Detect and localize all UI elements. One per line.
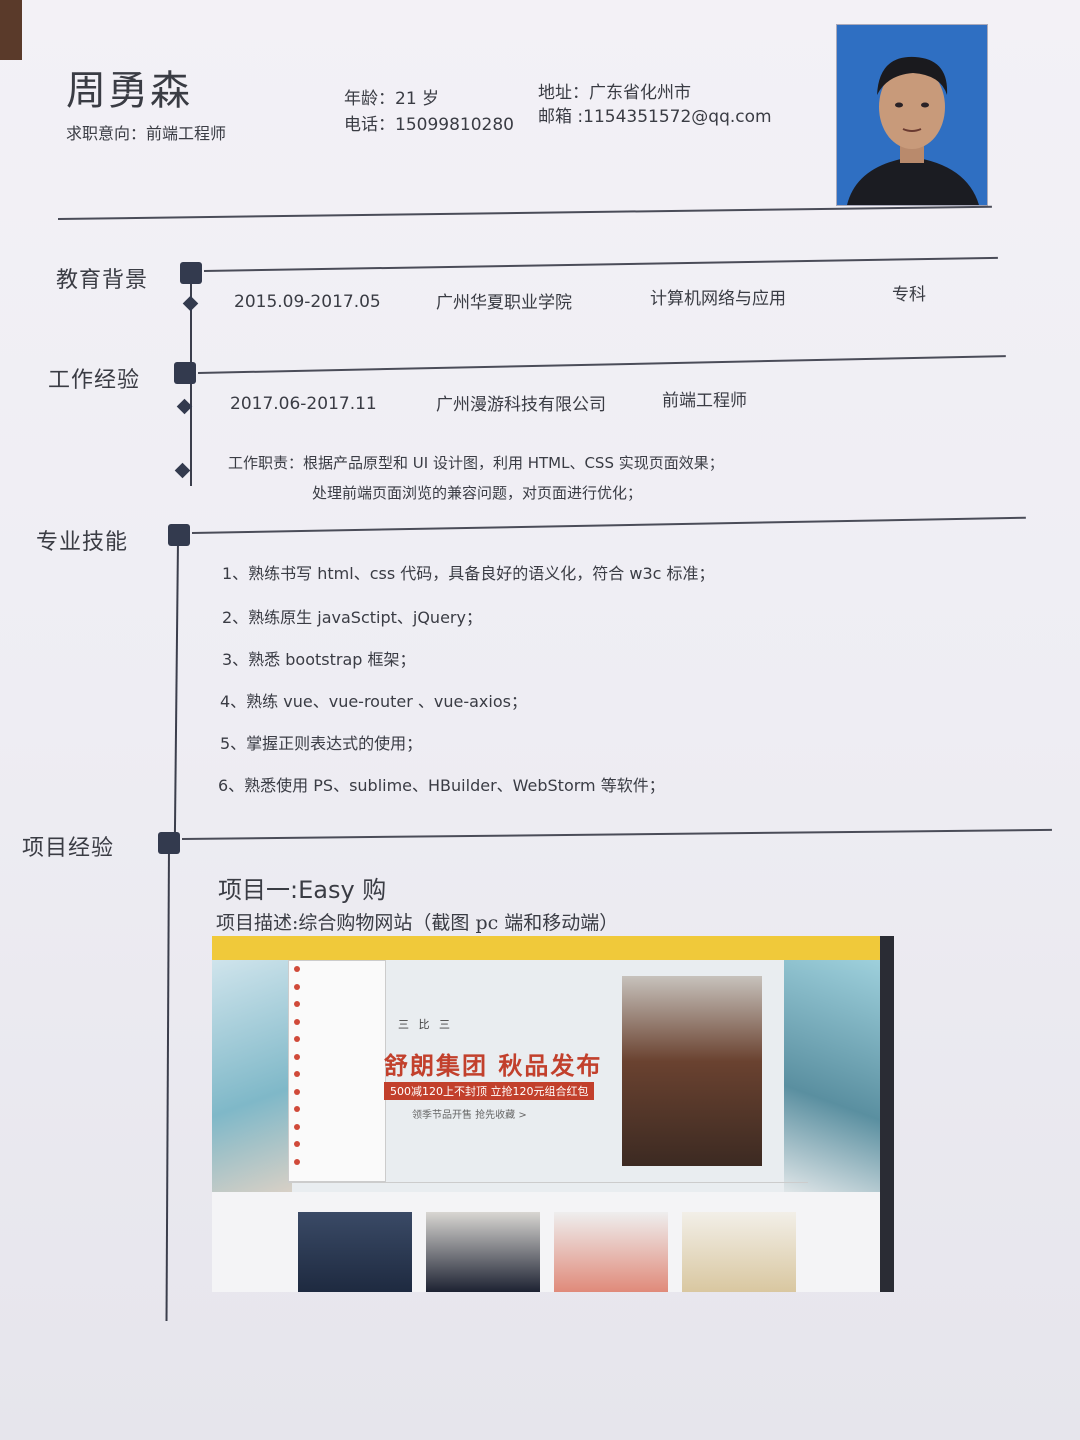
section-title-projects: 项目经验: [22, 836, 115, 861]
screenshot-right-decor: [784, 960, 880, 1192]
section-marker-work: [174, 362, 196, 384]
work-rule: [197, 355, 1006, 374]
project-description: 项目描述:综合购物网站（截图 pc 端和移动端）: [216, 912, 619, 934]
skills-rule: [191, 516, 1026, 534]
education-period: 2015.09-2017.05: [234, 292, 381, 312]
skill-item: 6、熟悉使用 PS、sublime、HBuilder、WebStorm 等软件；: [218, 776, 665, 795]
resume-page: 周勇森 求职意向：前端工程师 年龄：21 岁 电话：15099810280 地址…: [0, 0, 1080, 1440]
email-field: 邮箱 :1154351572@qq.com: [538, 107, 772, 127]
skill-item: 3、熟悉 bootstrap 框架；: [222, 650, 416, 669]
projects-rule: [181, 828, 1052, 840]
screenshot-thumb-2: [426, 1212, 540, 1292]
screenshot-nav-bar: [212, 936, 880, 960]
screenshot-strip: [288, 1182, 808, 1193]
screenshot-headline: 舒朗集团 秋品发布: [384, 1052, 603, 1080]
education-rule: [203, 256, 998, 272]
section-marker-education: [180, 262, 202, 284]
screenshot-left-decor: [212, 960, 292, 1192]
screenshot-thumb-1: [298, 1212, 412, 1292]
timeline-spine-lower: [165, 845, 170, 1321]
screenshot-promo: 500减120上不封顶 立抢120元组合红包: [384, 1082, 595, 1100]
header-divider: [57, 205, 992, 220]
work-company: 广州漫游科技有限公司: [436, 395, 606, 415]
work-position: 前端工程师: [662, 391, 747, 411]
skill-item: 2、熟练原生 javaSctipt、jQuery；: [222, 608, 482, 627]
screenshot-subtext: 领季节品开售 抢先收藏 >: [412, 1110, 527, 1121]
screenshot-category-menu: [288, 960, 386, 1182]
screenshot-brand-logos: 三 比 三: [398, 1018, 453, 1031]
age-field: 年龄：21 岁: [344, 89, 440, 109]
section-title-skills: 专业技能: [36, 530, 129, 555]
education-major: 计算机网络与应用: [650, 289, 786, 309]
timeline-spine-middle: [173, 539, 179, 845]
work-duty-line2: 处理前端页面浏览的兼容问题，对页面进行优化；: [312, 484, 643, 502]
screenshot-thumb-4: [682, 1212, 796, 1292]
skill-item: 5、掌握正则表达式的使用；: [220, 734, 423, 753]
phone-field: 电话：15099810280: [344, 115, 514, 135]
project-screenshot: 三 比 三 舒朗集团 秋品发布 500减120上不封顶 立抢120元组合红包 领…: [212, 936, 894, 1292]
screenshot-model-photo: [622, 976, 762, 1166]
applicant-name: 周勇森: [66, 68, 192, 114]
section-marker-skills: [168, 524, 190, 546]
work-period: 2017.06-2017.11: [230, 394, 377, 414]
skill-item: 4、熟练 vue、vue-router 、vue-axios；: [220, 692, 527, 711]
timeline-node: [174, 462, 191, 479]
work-duty-line1: 工作职责：根据产品原型和 UI 设计图，利用 HTML、CSS 实现页面效果；: [228, 454, 724, 472]
section-title-education: 教育背景: [56, 268, 149, 293]
section-marker-projects: [158, 832, 180, 854]
education-degree: 专科: [892, 285, 926, 305]
profile-photo: [836, 24, 988, 206]
job-intent: 求职意向：前端工程师: [66, 120, 226, 144]
project-title: 项目一:Easy 购: [218, 876, 387, 904]
address-field: 地址：广东省化州市: [538, 83, 691, 103]
screenshot-thumb-3: [554, 1212, 668, 1292]
timeline-node: [182, 295, 199, 312]
job-intent-value: 前端工程师: [146, 124, 227, 143]
job-intent-label: 求职意向：: [66, 124, 147, 143]
skill-item: 1、熟练书写 html、css 代码，具备良好的语义化，符合 w3c 标准；: [222, 564, 715, 583]
section-title-work: 工作经验: [48, 368, 141, 393]
page-edge-shadow: [0, 0, 22, 60]
education-school: 广州华夏职业学院: [436, 293, 572, 313]
